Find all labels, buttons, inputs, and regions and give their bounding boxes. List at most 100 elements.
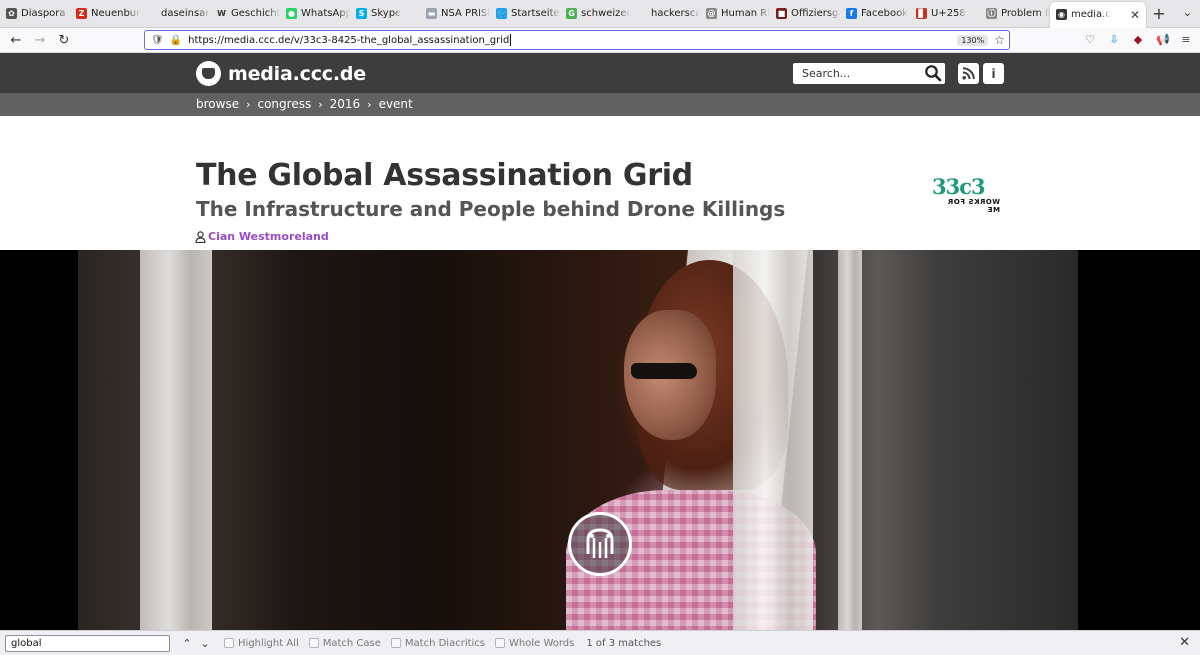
tab-label: hackerscardgame <box>651 8 700 19</box>
browser-tab[interactable]: ■ Offiziersge <box>770 0 840 28</box>
checkbox-icon <box>495 638 505 648</box>
favicon-icon: S <box>356 8 367 19</box>
tab-label: Facebook <box>861 8 908 19</box>
forward-icon[interactable]: → <box>28 33 52 48</box>
tab-label: Offiziersge <box>791 8 840 19</box>
find-previous-icon[interactable]: ⌃ <box>178 637 196 650</box>
search-icon[interactable] <box>924 64 942 82</box>
browser-tab[interactable]: @ Human Rig <box>700 0 770 28</box>
close-find-bar-icon[interactable]: ✕ <box>1179 635 1190 650</box>
info-button[interactable]: i <box>983 63 1004 84</box>
browser-tab[interactable]: ▊ U+258 <box>910 0 980 28</box>
conference-logo-main: 33c3 <box>932 174 986 199</box>
breadcrumb-browse[interactable]: browse <box>196 97 239 111</box>
favicon-icon: @ <box>706 8 717 19</box>
play-button[interactable] <box>568 512 632 576</box>
speaker-link[interactable]: Cian Westmoreland <box>208 230 329 243</box>
favicon-icon: ▬ <box>426 8 437 19</box>
browser-tab[interactable]: W Geschichte <box>210 0 280 28</box>
text-caret <box>510 34 512 46</box>
downloads-icon[interactable]: ⇩ <box>1108 33 1120 46</box>
curtain-front <box>733 250 813 630</box>
find-input[interactable] <box>5 634 170 652</box>
extension-shield-icon[interactable]: ◆ <box>1132 33 1144 46</box>
browser-tab[interactable]: hackerscardgame <box>630 0 700 28</box>
info-icon: i <box>991 66 996 81</box>
site-logo-text: media.ccc.de <box>228 62 366 85</box>
whole-words-checkbox[interactable]: Whole Words <box>495 638 574 649</box>
tracking-protection-icon[interactable]: 🛡 <box>151 35 164 46</box>
highlight-all-label: Highlight All <box>238 637 299 649</box>
conference-logo[interactable]: 33c3 WORKS FOR ME <box>932 174 1000 214</box>
sunglasses <box>631 363 697 379</box>
browser-tab[interactable]: f Facebook <box>840 0 910 28</box>
match-diacritics-checkbox[interactable]: Match Diacritics <box>390 638 485 649</box>
browser-tab[interactable]: ▬ NSA PRISM <box>420 0 490 28</box>
favicon-icon: ✿ <box>6 8 17 19</box>
chevron-right-icon: › <box>318 97 323 111</box>
browser-tab[interactable]: 🐦 Startseite <box>490 0 560 28</box>
browser-tab[interactable]: daseinsanalyse <box>140 0 210 28</box>
reload-icon[interactable]: ↻ <box>52 33 76 48</box>
breadcrumb-event[interactable]: event <box>379 97 413 111</box>
rss-icon <box>962 67 975 80</box>
new-tab-button[interactable]: + <box>1146 4 1172 23</box>
match-case-checkbox[interactable]: Match Case <box>308 637 381 649</box>
speaker: Cian Westmoreland <box>195 230 329 243</box>
favicon-icon <box>636 8 647 19</box>
favicon-icon: ■ <box>776 8 787 19</box>
favicon-icon: f <box>846 8 857 19</box>
favicon-icon: ◉ <box>1056 9 1067 20</box>
tab-label: Diaspora E <box>21 8 70 19</box>
browser-tab[interactable]: Gschweizer <box>560 0 630 28</box>
browser-tab[interactable]: ✿ Diaspora E <box>0 0 70 28</box>
favicon-icon: Z <box>76 8 87 19</box>
curtain-left <box>140 250 212 630</box>
tab-label: Skype <box>371 8 402 19</box>
tab-label: Human Rig <box>721 8 770 19</box>
find-bar: ⌃ ⌄ Highlight All Match Case Match Diacr… <box>0 630 1200 655</box>
favicon-icon: 🐦 <box>496 8 507 19</box>
chevron-right-icon: › <box>246 97 251 111</box>
page-title: The Global Assassination Grid <box>196 158 693 193</box>
menu-icon[interactable]: ≡ <box>1180 33 1192 46</box>
browser-tab[interactable]: ◉ media.c ✕ <box>1050 1 1146 28</box>
tab-label: Geschichte <box>231 8 280 19</box>
search-input[interactable] <box>802 67 917 80</box>
browser-tab[interactable]: ● WhatsApp <box>280 0 350 28</box>
chevron-right-icon: › <box>367 97 372 111</box>
back-icon[interactable]: ← <box>4 33 28 48</box>
favicon-icon <box>146 8 157 19</box>
browser-tab[interactable]: S Skype <box>350 0 420 28</box>
site-header: media.ccc.de i <box>0 53 1200 93</box>
find-result-count: 1 of 3 matches <box>586 637 662 649</box>
browser-tab[interactable]: Z Neuenburg <box>70 0 140 28</box>
rss-button[interactable] <box>958 63 979 84</box>
url-text[interactable]: https://media.ccc.de/v/33c3-8425-the_glo… <box>188 35 509 46</box>
match-case-label: Match Case <box>322 637 381 649</box>
tab-label: U+258 <box>931 8 966 19</box>
favicon-icon: ▊ <box>916 8 927 19</box>
find-next-icon[interactable]: ⌄ <box>196 637 214 650</box>
tab-label: Problem la <box>1001 8 1050 19</box>
bookmark-star-icon[interactable]: ☆ <box>994 33 1005 47</box>
highlight-all-checkbox[interactable]: Highlight All <box>224 638 299 649</box>
checkbox-icon <box>308 638 319 648</box>
url-bar[interactable]: 🛡 🔒 https://media.ccc.de/v/33c3-8425-the… <box>144 30 1010 50</box>
close-tab-icon[interactable]: ✕ <box>1130 8 1140 22</box>
tab-label: daseinsanalyse <box>161 8 210 19</box>
list-all-tabs-icon[interactable]: ⌄ <box>1183 6 1192 19</box>
site-logo[interactable]: media.ccc.de <box>196 61 366 86</box>
breadcrumb-year[interactable]: 2016 <box>330 97 361 111</box>
breadcrumb: browse › congress › 2016 › event <box>0 93 1200 116</box>
conference-logo-small: WORKS FOR ME <box>947 198 1000 214</box>
favicon-icon: W <box>216 8 227 19</box>
megaphone-icon[interactable]: 📢 <box>1156 33 1170 46</box>
page-subtitle: The Infrastructure and People behind Dro… <box>196 197 786 221</box>
video-player[interactable] <box>0 250 1200 630</box>
lock-icon[interactable]: 🔒 <box>170 35 182 46</box>
breadcrumb-congress[interactable]: congress <box>257 97 311 111</box>
browser-tab[interactable]: ⓘ Problem la <box>980 0 1050 28</box>
zoom-indicator[interactable]: 130% <box>957 34 989 46</box>
pocket-icon[interactable]: ♡ <box>1084 33 1096 46</box>
